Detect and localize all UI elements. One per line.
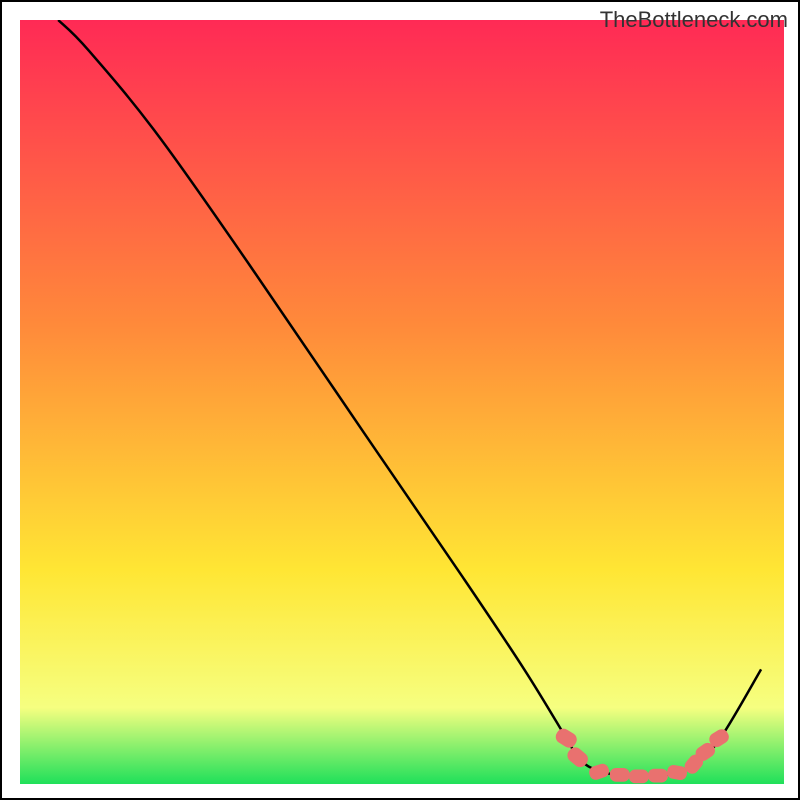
chart-svg [20, 20, 784, 784]
curve-marker [629, 769, 649, 783]
curve-marker [610, 768, 630, 782]
plot-area [20, 20, 784, 784]
chart-frame: TheBottleneck.com [0, 0, 800, 800]
gradient-bg [20, 20, 784, 784]
attribution-label: TheBottleneck.com [600, 7, 788, 33]
curve-marker [648, 769, 668, 783]
